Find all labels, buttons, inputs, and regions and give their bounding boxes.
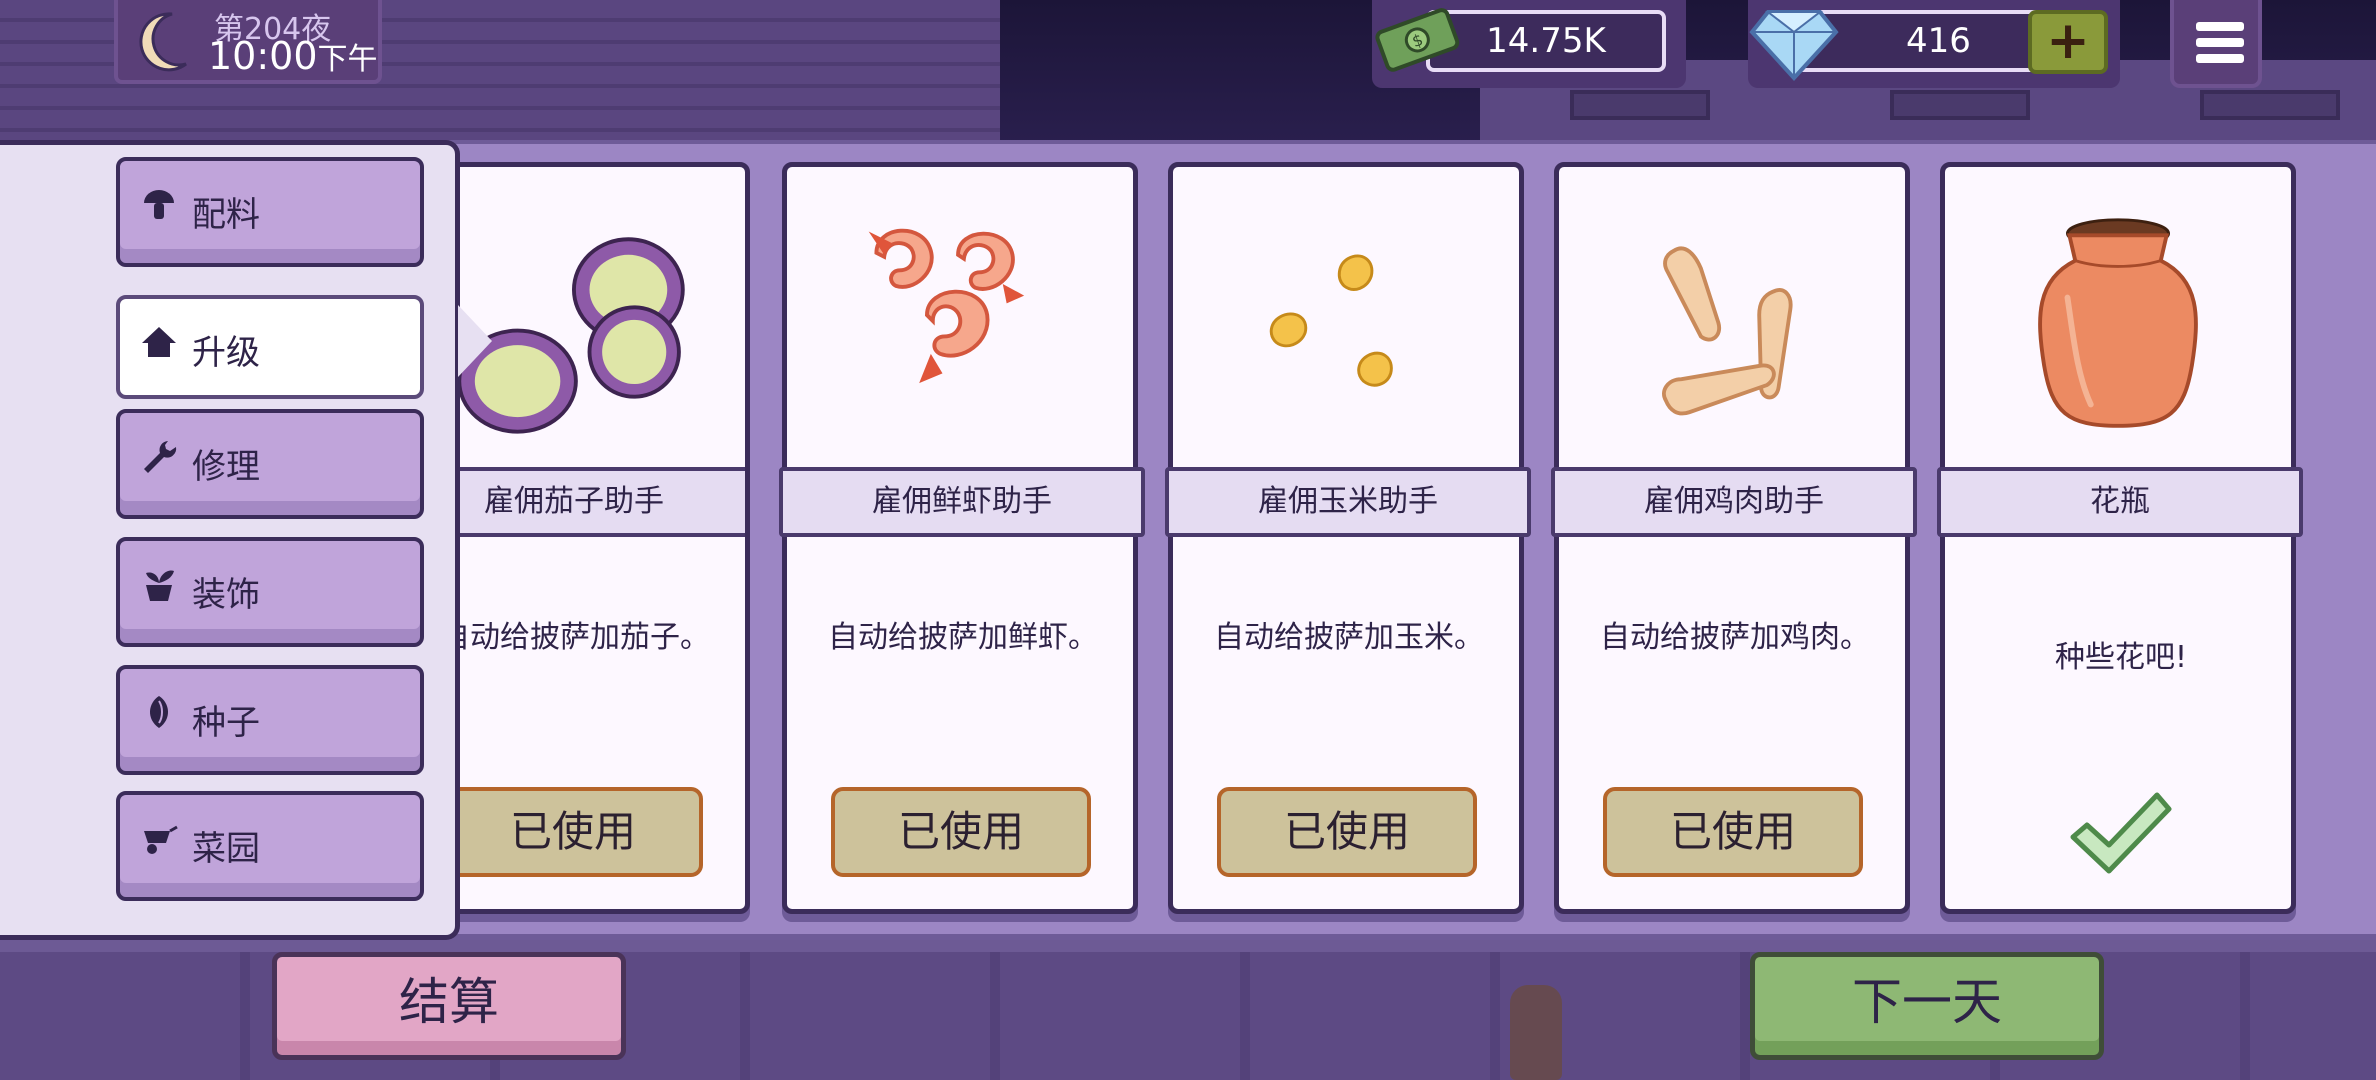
card-description: 自动给披萨加鸡肉。 [1600, 620, 1870, 655]
fire-hydrant [1510, 985, 1562, 1080]
category-label: 配料 [192, 195, 260, 235]
moon-icon [139, 12, 187, 72]
gem-display: 416 + [1748, 0, 2120, 88]
menu-button[interactable] [2170, 0, 2262, 88]
shrimp-icon [868, 228, 1025, 384]
category-decoration-button[interactable]: 装饰 [116, 537, 424, 647]
card-title: 雇佣鲜虾助手 [779, 467, 1145, 537]
settle-button[interactable]: 结算 [272, 952, 626, 1060]
plant-pot-icon [146, 570, 174, 601]
used-button[interactable]: 已使用 [831, 787, 1091, 877]
seed-icon [149, 696, 169, 728]
active-category-pointer [458, 305, 492, 377]
card-title: 雇佣玉米助手 [1165, 467, 1531, 537]
upgrade-card-shrimp[interactable]: 雇佣鲜虾助手 自动给披萨加鲜虾。 已使用 [779, 162, 1145, 914]
upgrade-card-corn[interactable]: 雇佣玉米助手 自动给披萨加玉米。 已使用 [1165, 162, 1531, 914]
category-label: 菜园 [192, 829, 260, 869]
money-value: 14.75K [1426, 10, 1666, 72]
menu-icon [2196, 22, 2244, 31]
category-label: 装饰 [192, 575, 260, 615]
wrench-icon [144, 441, 177, 473]
category-sidebar: 配料 升级 修理 装饰 种子 菜园 [0, 140, 460, 940]
category-seeds-button[interactable]: 种子 [116, 665, 424, 775]
house-icon [142, 327, 176, 357]
mushroom-icon [144, 190, 174, 219]
chicken-strips-icon [1662, 246, 1793, 416]
category-ingredients-button[interactable]: 配料 [116, 157, 424, 267]
card-title: 雇佣鸡肉助手 [1551, 467, 1917, 537]
category-label: 种子 [192, 703, 260, 743]
category-upgrade-button[interactable]: 升级 [116, 295, 424, 399]
used-button[interactable]: 已使用 [1603, 787, 1863, 877]
used-button[interactable]: 已使用 [1217, 787, 1477, 877]
add-gems-button[interactable]: + [2028, 10, 2108, 74]
category-label: 升级 [192, 333, 260, 373]
cash-icon: $ [1375, 8, 1460, 72]
checkmark-icon [2070, 792, 2172, 874]
corn-kernels-icon [1269, 254, 1393, 387]
card-description: 自动给披萨加玉米。 [1214, 620, 1484, 655]
card-title: 花瓶 [1937, 467, 2303, 537]
wheelbarrow-icon [144, 825, 178, 854]
category-label: 修理 [192, 447, 260, 487]
card-description: 种些花吧! [2054, 640, 2188, 675]
time-label: 10:00下午 [208, 34, 378, 78]
used-button[interactable]: 已使用 [443, 787, 703, 877]
upgrade-card-vase[interactable]: 花瓶 种些花吧! [1937, 162, 2303, 914]
category-garden-button[interactable]: 菜园 [116, 791, 424, 901]
card-description: 自动给披萨加茄子。 [440, 620, 710, 655]
day-time-display: 第204夜 10:00下午 [114, 0, 382, 84]
next-day-button[interactable]: 下一天 [1750, 952, 2104, 1060]
diamond-icon [1749, 10, 1839, 81]
time-suffix: 下午 [317, 42, 378, 77]
category-repair-button[interactable]: 修理 [116, 409, 424, 519]
card-description: 自动给披萨加鲜虾。 [828, 620, 1098, 655]
upgrade-card-chicken[interactable]: 雇佣鸡肉助手 自动给披萨加鸡肉。 已使用 [1551, 162, 1917, 914]
vase-icon [2038, 218, 2198, 428]
money-display: 14.75K $ [1372, 0, 1686, 88]
